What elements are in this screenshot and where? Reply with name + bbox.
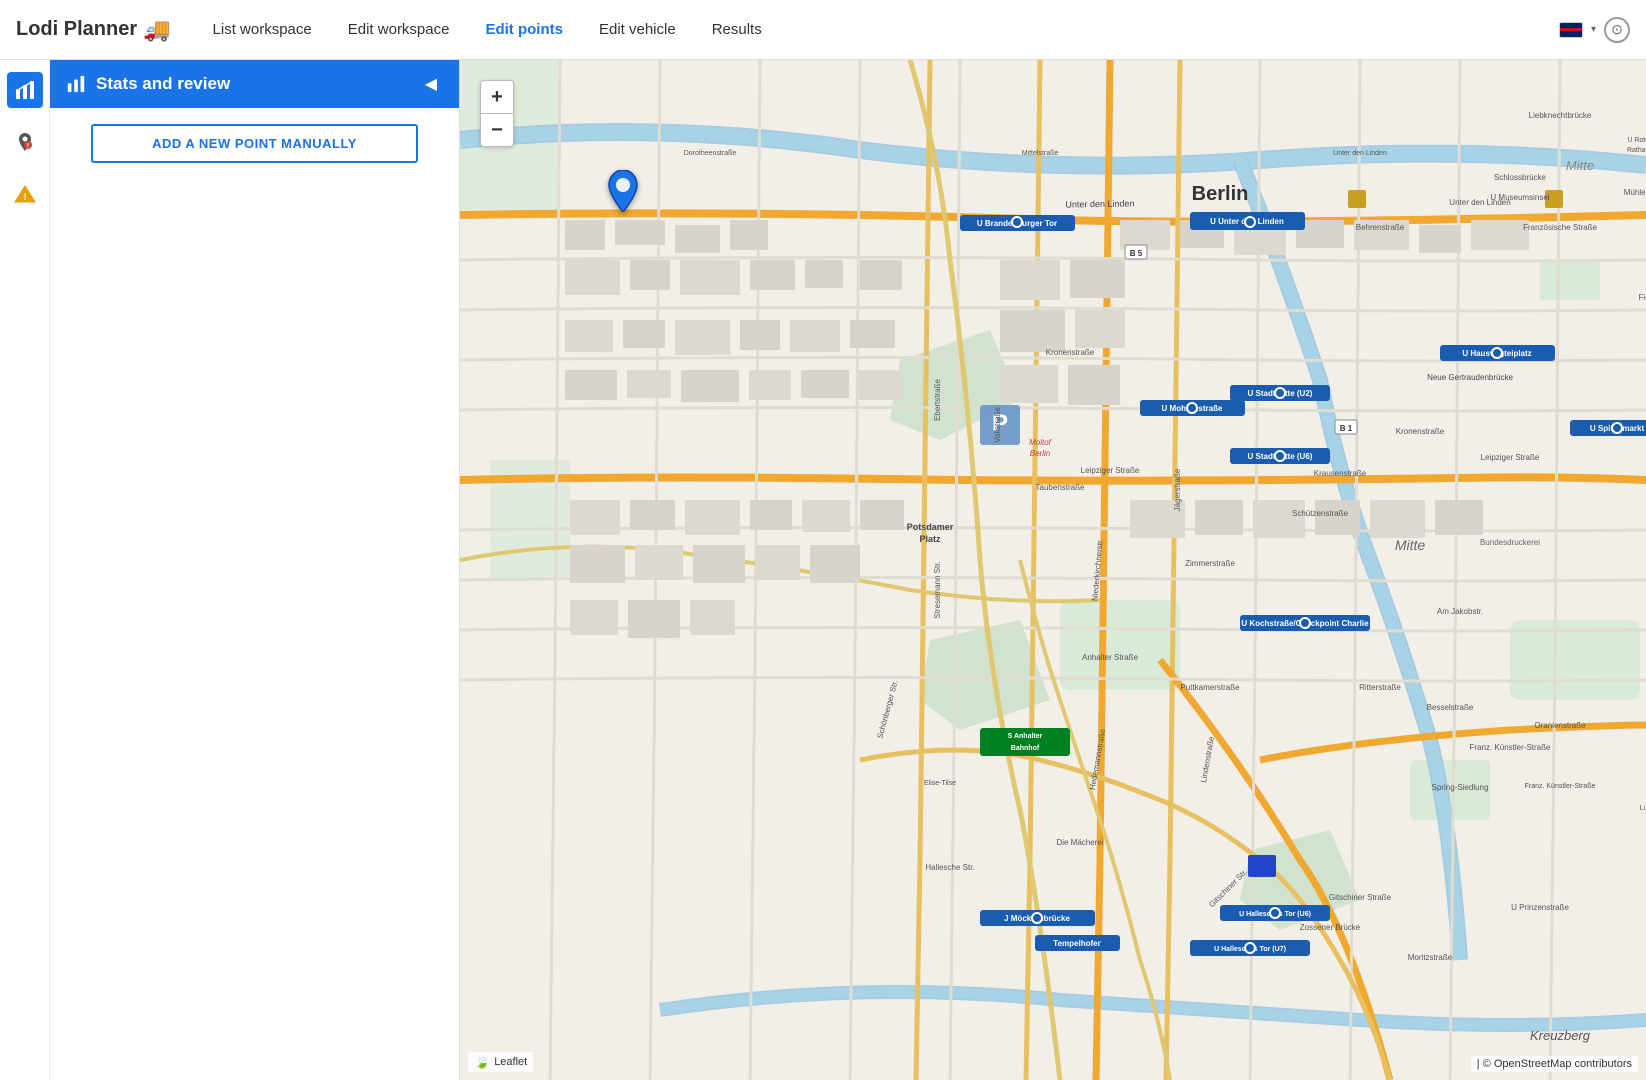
- svg-text:Unter den Linden: Unter den Linden: [1065, 198, 1134, 209]
- map-pin-marker: [608, 170, 638, 217]
- nav-edit-vehicle[interactable]: Edit vehicle: [581, 13, 694, 46]
- sidebar: ! ! Stats and: [0, 60, 460, 1080]
- svg-text:Bahnhof: Bahnhof: [1011, 745, 1040, 752]
- svg-text:Kronenstraße: Kronenstraße: [1396, 427, 1445, 436]
- sidebar-icon-panel: ! !: [0, 60, 50, 1080]
- svg-text:Jägerstraße: Jägerstraße: [1173, 468, 1182, 511]
- svg-text:Platz: Platz: [919, 534, 941, 544]
- panel-collapse-button[interactable]: ◀: [419, 72, 443, 96]
- svg-text:Rathaus: Rathaus: [1627, 147, 1646, 154]
- header: Lodi Planner 🚚 List workspace Edit works…: [0, 0, 1646, 60]
- svg-text:Bundesdruckerei: Bundesdruckerei: [1480, 538, 1540, 547]
- location-icon-btn[interactable]: !: [7, 124, 43, 160]
- svg-text:Berlin: Berlin: [1030, 449, 1051, 458]
- svg-text:!: !: [23, 192, 26, 202]
- user-account-icon[interactable]: ⊙: [1604, 17, 1630, 43]
- leaflet-leaf-icon: 🍃: [474, 1054, 490, 1070]
- svg-text:B 5: B 5: [1130, 249, 1143, 258]
- svg-text:Behrenstraße: Behrenstraße: [1356, 223, 1405, 232]
- svg-text:B 1: B 1: [1340, 424, 1353, 433]
- svg-text:Mitte: Mitte: [1566, 158, 1594, 173]
- svg-text:Vollstraße: Vollstraße: [993, 407, 1002, 443]
- svg-text:Leipziger Straße: Leipziger Straße: [1481, 453, 1540, 462]
- svg-text:Krausenstraße: Krausenstraße: [1314, 469, 1367, 478]
- zoom-out-button[interactable]: −: [481, 114, 513, 146]
- svg-text:Französische Straße: Französische Straße: [1523, 223, 1597, 232]
- svg-text:Anhalter Straße: Anhalter Straße: [1082, 653, 1139, 662]
- svg-text:Leipziger Straße: Leipziger Straße: [1081, 466, 1140, 475]
- svg-text:Mühlendammbrücke: Mühlendammbrücke: [1624, 188, 1646, 197]
- zoom-in-button[interactable]: +: [481, 81, 513, 113]
- main-nav: List workspace Edit workspace Edit point…: [195, 13, 1559, 46]
- add-point-button[interactable]: ADD A NEW POINT MANUALLY: [91, 124, 418, 163]
- svg-text:Am Jakobstr.: Am Jakobstr.: [1437, 607, 1483, 616]
- svg-text:Mitte: Mitte: [1395, 537, 1426, 553]
- svg-text:Fischerinsel: Fischerinsel: [1639, 293, 1646, 302]
- language-dropdown-arrow[interactable]: ▾: [1591, 24, 1596, 35]
- svg-text:Franz. Künstler-Straße: Franz. Künstler-Straße: [1470, 743, 1551, 752]
- svg-text:Neue Gertraudenbrücke: Neue Gertraudenbrücke: [1427, 373, 1513, 382]
- nav-edit-workspace[interactable]: Edit workspace: [330, 13, 468, 46]
- svg-text:Gitschiner Straße: Gitschiner Straße: [1329, 893, 1392, 902]
- nav-list-workspace[interactable]: List workspace: [195, 13, 330, 46]
- warning-icon-btn[interactable]: !: [7, 176, 43, 212]
- svg-text:Hallesche Str.: Hallesche Str.: [925, 863, 974, 872]
- svg-text:Die Mächerei: Die Mächerei: [1056, 838, 1103, 847]
- panel-header: Stats and review ◀: [50, 60, 459, 108]
- stats-icon-btn[interactable]: [7, 72, 43, 108]
- svg-text:Kronenstraße: Kronenstraße: [1046, 348, 1095, 357]
- svg-text:Zossener Brücke: Zossener Brücke: [1300, 923, 1361, 932]
- osm-text: © OpenStreetMap contributors: [1483, 1058, 1632, 1070]
- svg-text:Liebknecht­brücke: Liebknecht­brücke: [1529, 111, 1592, 120]
- svg-text:Schützenstraße: Schützenstraße: [1292, 509, 1349, 518]
- svg-text:U Rotes: U Rotes: [1627, 137, 1646, 144]
- svg-text:Besselstraße: Besselstraße: [1427, 703, 1474, 712]
- app-title: Lodi Planner: [16, 18, 137, 41]
- svg-text:Mittelstraße: Mittelstraße: [1022, 150, 1059, 157]
- panel-stats-icon: [66, 74, 86, 94]
- svg-text:Elise-Tilse: Elise-Tilse: [924, 780, 956, 787]
- svg-text:Unter den Linden: Unter den Linden: [1333, 150, 1387, 157]
- panel-header-left: Stats and review: [66, 74, 230, 94]
- osm-attribution: | © OpenStreetMap contributors: [1471, 1056, 1638, 1072]
- svg-text:Luisenstraße: Luisenstraße: [1640, 805, 1646, 812]
- app-logo: Lodi Planner 🚚: [16, 17, 171, 43]
- svg-text:Ebertstraße: Ebertstraße: [933, 379, 942, 421]
- svg-text:U Prinzenstraße: U Prinzenstraße: [1511, 903, 1569, 912]
- svg-text:Oranienstraße: Oranienstraße: [1534, 721, 1586, 730]
- svg-text:Moritzstraße: Moritzstraße: [1408, 953, 1453, 962]
- map-container[interactable]: P Berlin Unter den Linden Mitte Kreuzber…: [460, 60, 1646, 1080]
- svg-text:Dorotheenstraße: Dorotheenstraße: [684, 150, 737, 157]
- svg-text:S Anhalter: S Anhalter: [1008, 733, 1043, 740]
- svg-text:Puttkamerstraße: Puttkamerstraße: [1180, 683, 1240, 692]
- svg-text:Schlossbrücke: Schlossbrücke: [1494, 173, 1547, 182]
- svg-text:Franz. Künstler-Straße: Franz. Künstler-Straße: [1525, 783, 1596, 790]
- svg-text:Stresemann Str.: Stresemann Str.: [933, 561, 942, 618]
- svg-text:Potsdamer: Potsdamer: [907, 522, 954, 532]
- svg-text:Zimmerstraße: Zimmerstraße: [1185, 559, 1235, 568]
- panel-title: Stats and review: [96, 74, 230, 94]
- svg-text:Kreuzberg: Kreuzberg: [1530, 1028, 1591, 1043]
- nav-results[interactable]: Results: [694, 13, 780, 46]
- svg-text:Tempelhofer: Tempelhofer: [1053, 939, 1100, 948]
- map-zoom-controls: + −: [480, 80, 514, 147]
- leaflet-link[interactable]: Leaflet: [494, 1056, 527, 1068]
- svg-text:Ritterstraße: Ritterstraße: [1359, 683, 1401, 692]
- svg-text:Taubenstraße: Taubenstraße: [1036, 483, 1085, 492]
- truck-icon: 🚚: [143, 17, 170, 43]
- svg-text:!: !: [27, 144, 29, 150]
- language-flag[interactable]: [1559, 22, 1583, 38]
- leaflet-attribution: 🍃 Leaflet: [468, 1052, 533, 1072]
- nav-edit-points[interactable]: Edit points: [467, 13, 581, 46]
- main-content: ! ! Stats and: [0, 60, 1646, 1080]
- svg-text:Moltof: Moltof: [1029, 438, 1052, 447]
- svg-text:U Museumsinsel: U Museumsinsel: [1490, 193, 1549, 202]
- sidebar-main-panel: Stats and review ◀ ADD A NEW POINT MANUA…: [50, 60, 459, 1080]
- svg-text:Spring-Siedlung: Spring-Siedlung: [1432, 783, 1489, 792]
- sidebar-content-area: [50, 179, 459, 1080]
- header-right: ▾ ⊙: [1559, 17, 1630, 43]
- svg-text:Berlin: Berlin: [1192, 183, 1249, 205]
